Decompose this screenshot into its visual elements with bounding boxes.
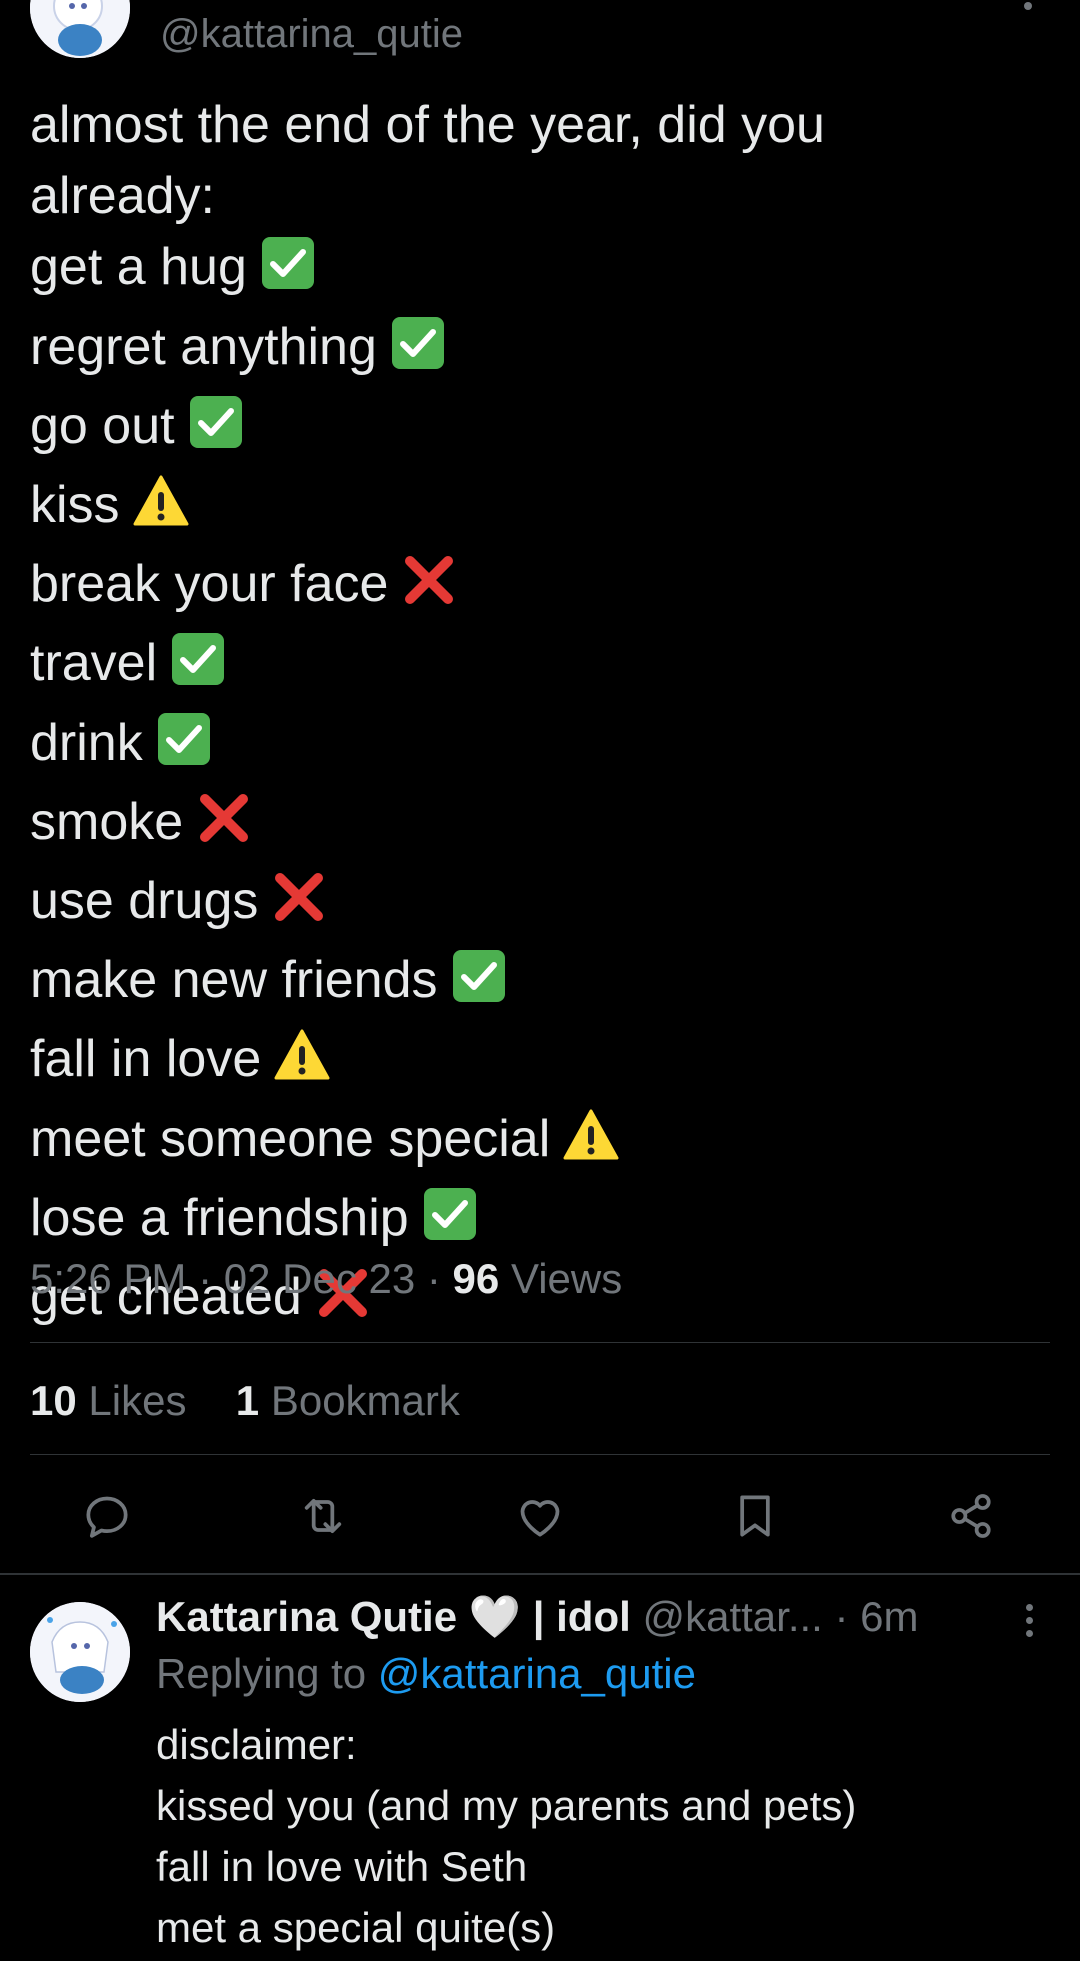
cross-mark-icon bbox=[195, 789, 253, 866]
tweet-line: go out bbox=[30, 391, 1040, 470]
tweet-line-text: meet someone special bbox=[30, 1109, 551, 1168]
likes-count: 10 bbox=[30, 1377, 77, 1424]
tweet-line: lose a friendship bbox=[30, 1183, 1040, 1262]
tweet-line: travel bbox=[30, 628, 1040, 707]
divider bbox=[0, 1573, 1080, 1575]
reply-line: disclaimer: bbox=[156, 1721, 357, 1768]
tweet-line: use drugs bbox=[30, 866, 1040, 945]
tweet-line: break your face bbox=[30, 549, 1040, 628]
check-mark-icon bbox=[187, 393, 245, 470]
tweet-time[interactable]: 5:26 PM bbox=[30, 1255, 186, 1302]
divider bbox=[30, 1454, 1050, 1455]
bookmarks-label: Bookmark bbox=[270, 1377, 460, 1424]
reply-handle[interactable]: @kattar... bbox=[642, 1593, 822, 1640]
tweet-text: almost the end of the year, did you alrea… bbox=[30, 90, 1040, 1341]
tweet-line-text: almost the end of the year, did you bbox=[30, 96, 825, 154]
tweet-line: almost the end of the year, did you bbox=[30, 90, 1040, 161]
check-mark-icon bbox=[259, 234, 317, 311]
reply-avatar[interactable] bbox=[30, 1602, 130, 1702]
reply-time[interactable]: · 6m bbox=[835, 1593, 919, 1640]
retweet-icon bbox=[304, 1498, 342, 1534]
tweet-line-text: use drugs bbox=[30, 872, 259, 931]
replying-prefix: Replying to bbox=[156, 1650, 367, 1697]
tweet-line-text: smoke bbox=[30, 792, 184, 851]
check-mark-icon bbox=[450, 947, 508, 1024]
reply-button[interactable] bbox=[79, 1488, 135, 1544]
white-heart-icon: 🤍 bbox=[468, 1593, 522, 1640]
author-handle[interactable]: @kattarina_qutie bbox=[160, 12, 463, 57]
replying-handle-link[interactable]: @kattarina_qutie bbox=[378, 1650, 696, 1697]
tweet-line: drink bbox=[30, 708, 1040, 787]
engagement-stats: 10 Likes 1 Bookmark bbox=[30, 1377, 460, 1425]
bookmark-icon bbox=[740, 1495, 770, 1537]
warning-icon bbox=[562, 1106, 620, 1183]
tweet-line-text: regret anything bbox=[30, 317, 377, 376]
likes-stat[interactable]: 10 Likes bbox=[30, 1377, 186, 1424]
reply-line: kissed you (and my parents and pets) bbox=[156, 1782, 857, 1829]
divider bbox=[30, 1342, 1050, 1343]
tweet-line: get a hug bbox=[30, 232, 1040, 311]
share-icon bbox=[951, 1494, 991, 1538]
tweet-line: make new friends bbox=[30, 945, 1040, 1024]
share-button[interactable] bbox=[943, 1488, 999, 1544]
check-mark-icon bbox=[421, 1185, 479, 1262]
tweet-meta: 5:26 PM · 02 Dec 23 · 96 Views bbox=[30, 1255, 622, 1303]
author-avatar[interactable] bbox=[30, 0, 130, 58]
reply-name-suffix[interactable]: | idol bbox=[533, 1593, 631, 1640]
warning-icon bbox=[273, 1026, 331, 1103]
reply-line: met a special quite(s) bbox=[156, 1904, 556, 1951]
tweet-line-text: lose a friendship bbox=[30, 1188, 409, 1247]
tweet-line: fall in love bbox=[30, 1024, 1040, 1103]
bookmarks-stat[interactable]: 1 Bookmark bbox=[236, 1377, 460, 1424]
meta-separator: · bbox=[426, 1255, 453, 1302]
check-mark-icon bbox=[169, 630, 227, 707]
check-mark-icon bbox=[155, 710, 213, 787]
tweet-line-text: get a hug bbox=[30, 238, 247, 297]
views-count: 96 bbox=[452, 1255, 500, 1302]
bookmarks-count: 1 bbox=[235, 1377, 260, 1424]
tweet-line: kiss bbox=[30, 470, 1040, 549]
views-label: Views bbox=[510, 1255, 623, 1302]
reply-text: disclaimer: kissed you (and my parents an… bbox=[156, 1714, 856, 1958]
more-options-icon[interactable] bbox=[1026, 1604, 1036, 1643]
tweet-line-text: make new friends bbox=[30, 951, 438, 1010]
tweet-line: already: bbox=[30, 161, 1040, 232]
meta-separator: · bbox=[198, 1255, 224, 1302]
cross-mark-icon bbox=[270, 868, 328, 945]
tweet-line: regret anything bbox=[30, 312, 1040, 391]
bookmark-button[interactable] bbox=[727, 1488, 783, 1544]
tweet-line-text: go out bbox=[30, 396, 175, 455]
check-mark-icon bbox=[389, 314, 447, 391]
like-icon bbox=[520, 1500, 560, 1537]
cross-mark-icon bbox=[400, 551, 458, 628]
tweet-line: meet someone special bbox=[30, 1104, 1040, 1183]
likes-label: Likes bbox=[88, 1377, 187, 1424]
more-options-icon[interactable] bbox=[1024, 2, 1034, 12]
tweet-line-text: kiss bbox=[30, 476, 120, 535]
reply-icon bbox=[86, 1496, 128, 1538]
tweet-line-text: break your face bbox=[30, 555, 389, 614]
tweet-date[interactable]: 02 Dec 23 bbox=[224, 1255, 415, 1302]
tweet-line-text: fall in love bbox=[30, 1030, 262, 1089]
avatar-image bbox=[30, 1602, 130, 1702]
reply-display-name[interactable]: Kattarina Qutie bbox=[156, 1593, 457, 1640]
warning-icon bbox=[132, 472, 190, 549]
reply-header: Kattarina Qutie 🤍 | idol @kattar... · 6m bbox=[156, 1593, 919, 1642]
tweet-line-text: drink bbox=[30, 713, 143, 772]
tweet-line: smoke bbox=[30, 787, 1040, 866]
reply-line: fall in love with Seth bbox=[156, 1843, 528, 1890]
tweet-line-text: already: bbox=[30, 167, 215, 226]
retweet-button[interactable] bbox=[295, 1488, 351, 1544]
like-button[interactable] bbox=[512, 1488, 568, 1544]
replying-to: Replying to @kattarina_qutie bbox=[156, 1650, 696, 1698]
avatar-image bbox=[30, 0, 130, 58]
tweet-line-text: travel bbox=[30, 634, 158, 693]
